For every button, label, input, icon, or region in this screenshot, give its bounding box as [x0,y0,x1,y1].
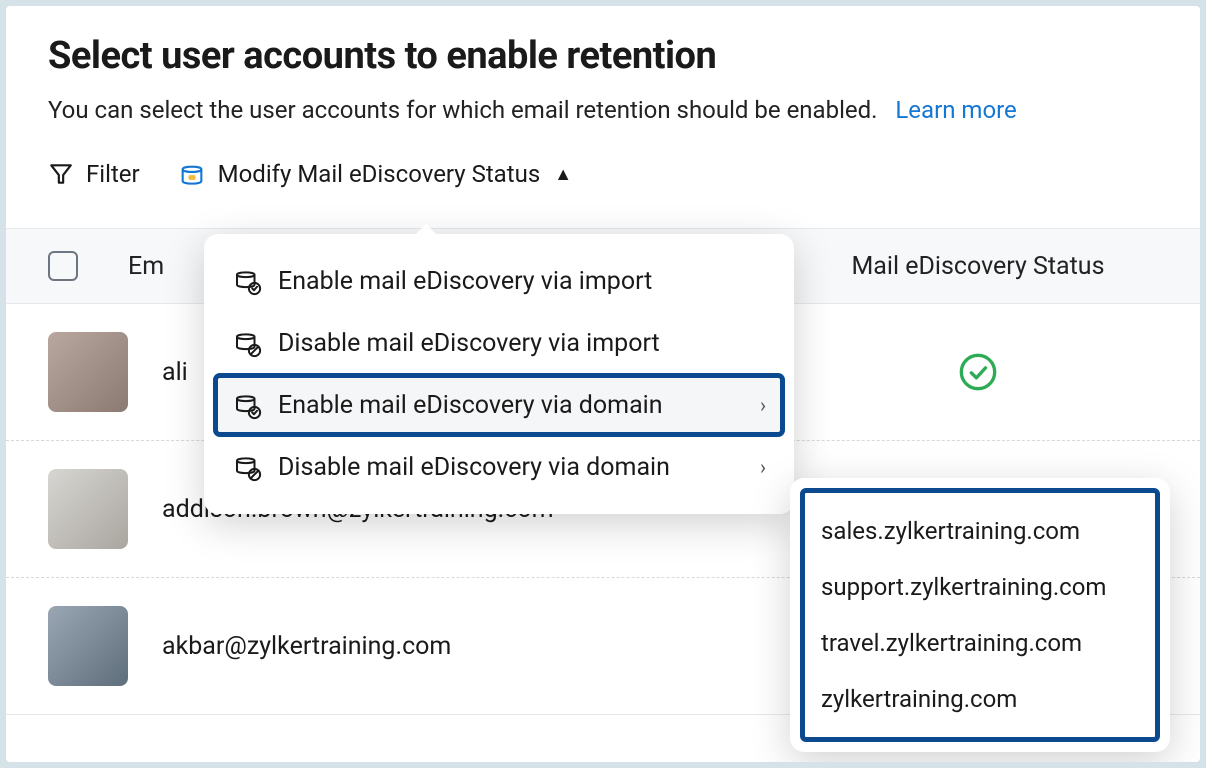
ediscovery-enable-icon [232,266,262,296]
dropdown-item-label: Disable mail eDiscovery via domain [278,453,670,482]
dropdown-item-disable-import[interactable]: Disable mail eDiscovery via import [204,312,794,374]
dropdown-item-label: Enable mail eDiscovery via domain [278,391,663,420]
email-cell: akbar@zylkertraining.com [162,632,798,661]
modify-status-dropdown: Enable mail eDiscovery via import Disabl… [204,234,794,514]
column-header-status: Mail eDiscovery Status [798,252,1158,281]
chevron-right-icon: › [760,393,766,417]
dropdown-item-enable-domain[interactable]: Enable mail eDiscovery via domain › [214,374,784,436]
avatar [48,606,128,686]
select-all-checkbox[interactable] [48,251,78,281]
ediscovery-enable-icon [232,390,262,420]
page-title: Select user accounts to enable retention [48,34,1158,78]
dropdown-item-label: Enable mail eDiscovery via import [278,267,652,296]
domain-submenu: sales.zylkertraining.com support.zylkert… [790,478,1170,752]
domain-option[interactable]: sales.zylkertraining.com [809,503,1151,559]
funnel-icon [48,161,74,187]
dropdown-item-label: Disable mail eDiscovery via import [278,329,660,358]
dropdown-item-disable-domain[interactable]: Disable mail eDiscovery via domain › [204,436,794,498]
box-icon [178,160,206,188]
filter-button[interactable]: Filter [48,160,140,188]
modify-status-label: Modify Mail eDiscovery Status [218,160,541,188]
ediscovery-disable-icon [232,452,262,482]
ediscovery-disable-icon [232,328,262,358]
dropdown-item-enable-import[interactable]: Enable mail eDiscovery via import [204,250,794,312]
subtitle-text: You can select the user accounts for whi… [48,96,878,124]
learn-more-link[interactable]: Learn more [895,96,1016,124]
domain-option[interactable]: support.zylkertraining.com [809,559,1151,615]
avatar [48,332,128,412]
page-subtitle: You can select the user accounts for whi… [48,96,1158,124]
domain-option[interactable]: zylkertraining.com [809,671,1151,727]
filter-label: Filter [86,160,140,188]
chevron-up-icon: ▲ [554,164,572,185]
status-enabled-icon [958,352,998,392]
modify-status-button[interactable]: Modify Mail eDiscovery Status ▲ [178,160,572,188]
avatar [48,469,128,549]
domain-option[interactable]: travel.zylkertraining.com [809,615,1151,671]
chevron-right-icon: › [760,455,766,479]
